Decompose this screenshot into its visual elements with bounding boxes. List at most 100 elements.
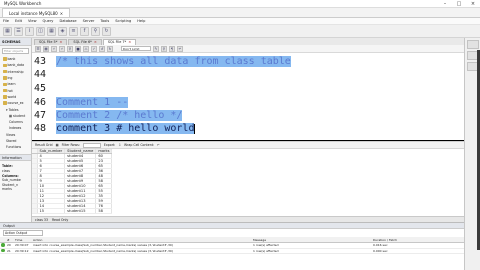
filter-objects-input[interactable]: Filter objects [2,48,29,54]
output-header: Output [0,223,464,229]
save-icon[interactable]: ▦ [43,45,49,52]
beautify-icon[interactable]: ✎ [153,45,159,52]
create-view-icon[interactable]: ◈ [58,26,67,36]
close-tab-icon[interactable]: × [94,40,97,44]
column-header-sub-number[interactable]: Sub_number [37,149,66,155]
result-toolbar: Result Grid ▦ Filter Rows: Export: ⇩ Wra… [32,141,464,149]
table-row[interactable]: 14 student14 76 [32,203,113,210]
cell-student-name[interactable]: student15 [64,208,97,215]
export-icon[interactable]: ⇩ [118,143,121,147]
create-table-icon[interactable]: ▦ [47,26,56,36]
code-line-43: 43 /* this shows all data from class tab… [32,55,464,68]
code-text: Comment 1 -- [56,97,129,108]
invisible-chars-icon[interactable]: ¶ [169,45,175,52]
stop-icon[interactable]: ■ [75,45,81,52]
menu-file[interactable]: File [3,19,9,23]
toggle-error-icon[interactable]: ⚠ [83,45,89,52]
explain-icon[interactable]: ⚲ [67,45,73,52]
output-type-select[interactable]: Action Output [3,230,43,236]
commit-icon[interactable]: ✓ [91,45,97,52]
filter-rows-label: Filter Rows: [61,143,80,147]
menu-edit[interactable]: Edit [15,19,22,23]
line-number: 43 [34,56,47,67]
menu-scripting[interactable]: Scripting [115,19,131,23]
check-circle-icon [1,248,5,253]
output-time: 20:39:12 [14,248,32,255]
cell-marks[interactable]: 58 [95,208,113,215]
code-line-44: 44 [32,68,464,81]
close-tab-icon[interactable]: × [59,40,62,44]
connection-tab[interactable]: Local instance MySQL80 × [2,8,71,17]
create-schema-icon[interactable]: ◫ [36,26,45,36]
column-header-student-name[interactable]: Student_name [64,149,97,155]
auto-commit-icon[interactable]: ↻ [107,45,113,52]
output-panel: Output Action Output # Time Action Messa… [0,222,464,270]
output-message: 1 row(s) affected [252,248,372,255]
rollback-icon[interactable]: ↺ [99,45,105,52]
new-sql-tab-icon[interactable]: ▦ [3,26,12,36]
reconnect-icon[interactable]: ↻ [102,26,111,36]
information-header[interactable]: Information [0,154,31,162]
editor-tabs: SQL File 5* × SQL File 6* × SQL File 7* × [32,38,464,45]
database-icon [3,69,7,74]
result-grid-label[interactable]: Result Grid [35,143,53,147]
line-number: 46 [34,97,47,108]
create-function-icon[interactable]: f [80,26,89,36]
grid-icon[interactable]: ▦ [56,143,59,147]
table-row[interactable]: 10 student10 65 [32,183,113,190]
maximize-icon[interactable]: □ [452,0,466,8]
menu-query[interactable]: Query [43,19,54,23]
table-row[interactable]: 13 student13 59 [32,198,113,205]
chevron-down-icon[interactable]: ▾ [6,108,8,112]
tab-class-result[interactable]: class 33 [35,218,48,222]
menu-view[interactable]: View [28,19,37,23]
table-row[interactable]: 15 student15 58 [32,208,113,215]
info-column: marks [2,187,12,192]
create-procedure-icon[interactable]: ≡ [69,26,78,36]
read-only-label: Read Only [51,217,69,222]
sql-editor[interactable]: 43 /* this shows all data from class tab… [32,53,464,140]
title-bar: MySQL Workbench – □ × [0,0,480,8]
database-icon [3,95,7,99]
open-file-icon[interactable]: ☰ [35,45,41,52]
tree-item-functions[interactable]: Functions [0,144,31,150]
execute-current-icon[interactable]: ⚡ [59,45,65,52]
wrap-cell-icon[interactable]: ↵ [157,143,160,147]
database-icon [3,57,7,61]
find-icon[interactable]: ⚲ [161,45,167,52]
database-icon [3,76,7,80]
close-icon[interactable]: × [466,0,480,8]
information-panel: Table: class Columns: Sub_numbe Student_… [0,161,31,195]
menu-help[interactable]: Help [137,19,145,23]
output-row[interactable]: 21 20:39:12 insert into course_example.cla… [0,248,464,255]
cell-sub-number[interactable]: 15 [37,208,66,215]
output-number: 21 [6,248,14,255]
output-table: # Time Action Message Duration / Fetch 2… [0,237,464,255]
open-sql-icon[interactable]: ☰ [14,26,23,36]
menu-server[interactable]: Server [83,19,95,23]
search-icon[interactable]: ⚲ [91,26,100,36]
wrap-lines-icon[interactable]: ↵ [177,45,183,52]
database-icon [3,101,7,105]
menu-tools[interactable]: Tools [100,19,109,23]
table-row[interactable]: 12 student12 35 [32,193,113,200]
code-text: Comment 2 /* hello */ [56,110,183,121]
table-row[interactable]: 11 student11 55 [32,188,113,195]
filter-rows-input[interactable] [82,142,101,148]
right-side-panel [464,38,480,270]
minimize-icon[interactable]: – [438,0,452,8]
line-number: 45 [34,83,47,94]
connection-tab-label: Local instance MySQL80 [9,10,58,16]
database-icon [3,82,7,87]
result-grid[interactable]: Sub_number Student_name marks 4 student4 6… [32,149,464,216]
close-tab-icon[interactable]: × [60,11,63,16]
workbench-window: MySQL Workbench – □ × Local instance MyS… [0,0,480,270]
result-grid-view-button[interactable] [466,40,479,49]
code-line-45: 45 [32,82,464,95]
check-circle-icon [1,243,5,247]
execute-icon[interactable]: ⚡ [51,45,57,52]
inspector-icon[interactable]: i [25,26,34,36]
menu-database[interactable]: Database [59,19,76,23]
limit-rows-select[interactable]: Don't Limit [121,45,151,52]
close-tab-icon[interactable]: × [128,40,131,44]
